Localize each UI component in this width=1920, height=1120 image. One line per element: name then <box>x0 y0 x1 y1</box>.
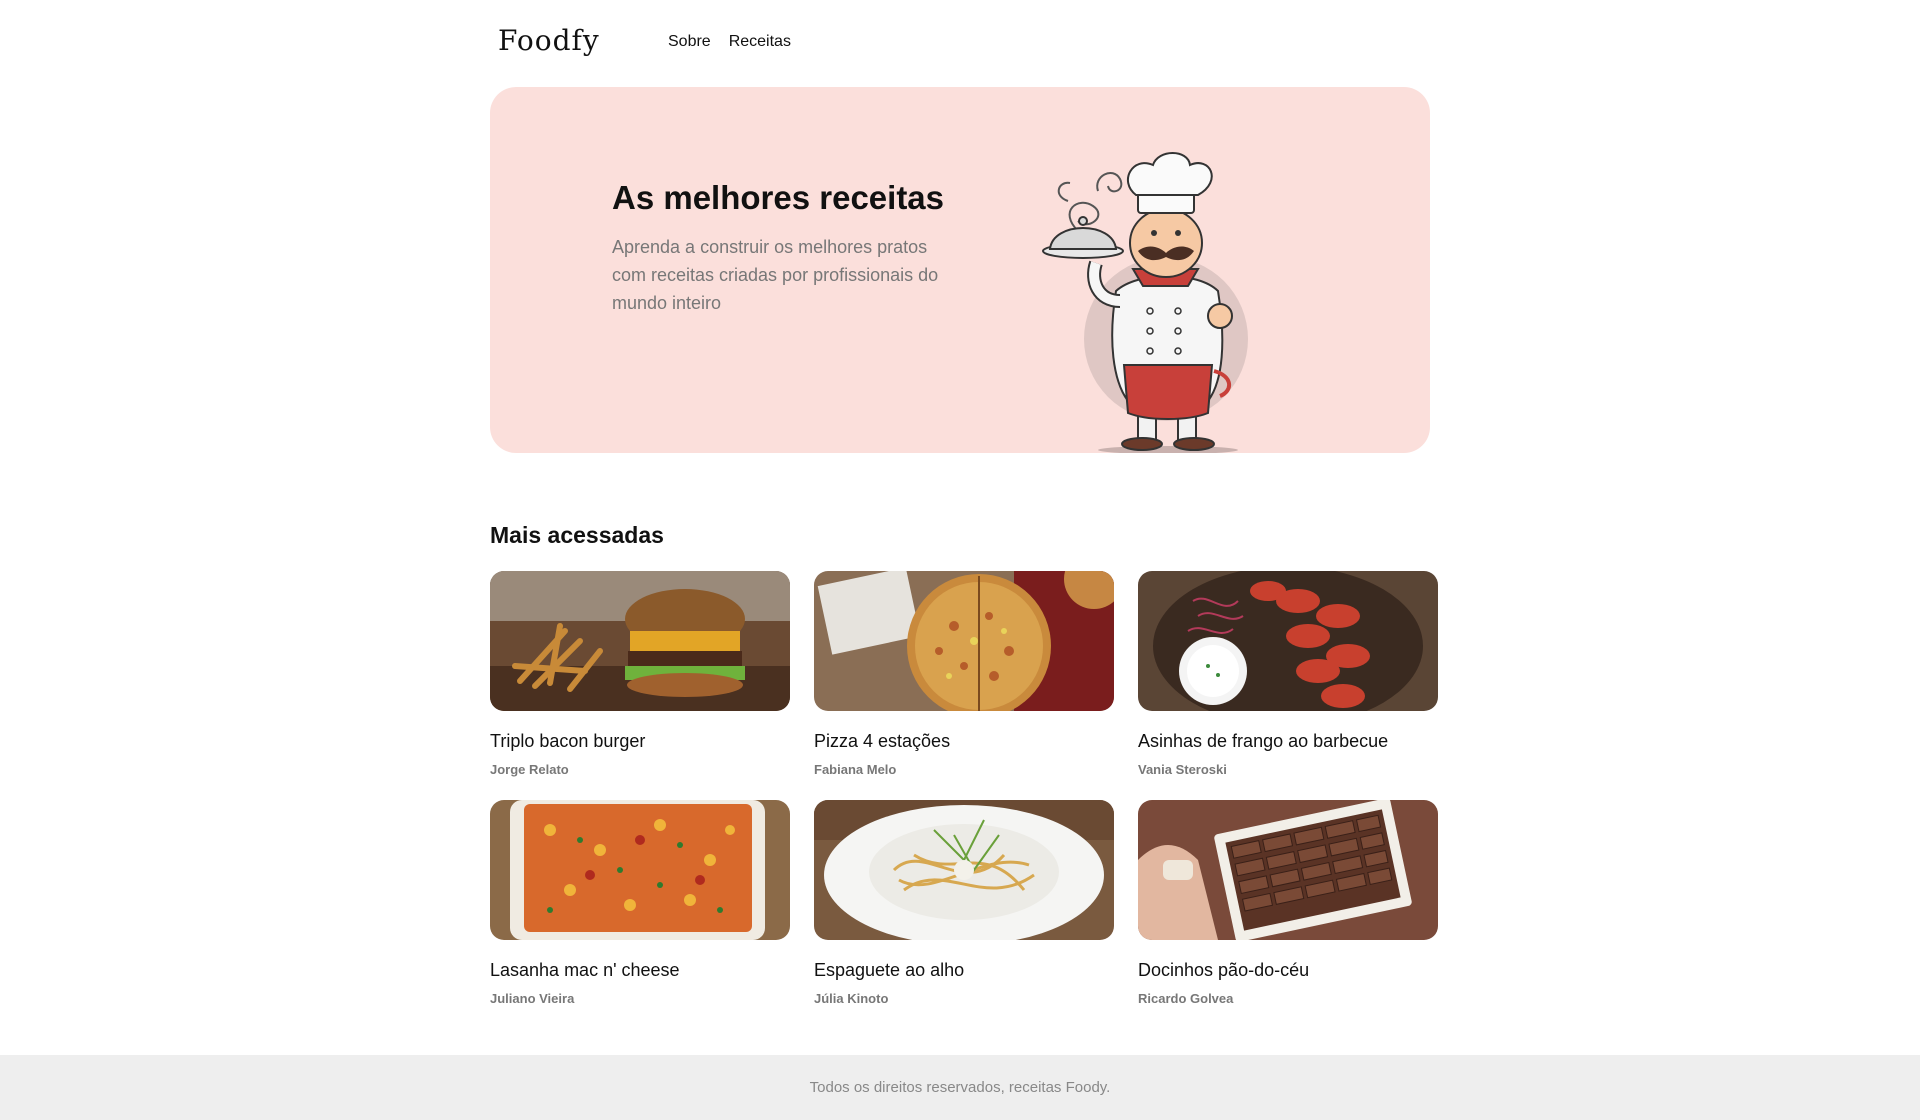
recipe-author: Fabiana Melo <box>814 762 897 777</box>
chef-illustration <box>1042 152 1248 453</box>
recipe-card[interactable]: Pizza 4 estações Fabiana Melo <box>814 571 1114 778</box>
hero-description: Aprenda a construir os melhores pratos c… <box>612 237 939 313</box>
recipe-author: Ricardo Golvea <box>1138 991 1234 1006</box>
nav-link-receitas[interactable]: Receitas <box>729 33 791 51</box>
recipe-author: Júlia Kinoto <box>814 991 889 1006</box>
recipe-author: Jorge Relato <box>490 762 569 777</box>
main-nav: Sobre Receitas <box>668 33 791 51</box>
recipe-card[interactable]: Asinhas de frango ao barbecue Vania Ster… <box>1138 571 1438 778</box>
footer-text: Todos os direitos reservados, receitas F… <box>809 1079 1111 1096</box>
recipe-card[interactable]: Docinhos pão-do-céu Ricardo Golvea <box>1138 800 1438 1007</box>
recipe-grid: Triplo bacon burger Jorge Relato Pizza 4… <box>490 571 1440 1007</box>
recipe-image-sweets[interactable] <box>1138 800 1438 940</box>
recipe-image-pizza[interactable] <box>814 571 1114 711</box>
site-header: Foodfy Sobre Receitas <box>0 0 1920 86</box>
recipe-card[interactable]: Triplo bacon burger Jorge Relato <box>490 571 790 778</box>
recipe-image-burger[interactable] <box>490 571 790 711</box>
hero-title: As melhores receitas <box>612 179 945 216</box>
section-title: Mais acessadas <box>490 522 664 548</box>
recipe-title[interactable]: Asinhas de frango ao barbecue <box>1138 731 1438 752</box>
recipe-author: Juliano Vieira <box>490 991 575 1006</box>
recipe-title[interactable]: Lasanha mac n' cheese <box>490 960 790 981</box>
nav-link-sobre[interactable]: Sobre <box>668 33 711 51</box>
recipe-title[interactable]: Triplo bacon burger <box>490 731 790 752</box>
recipe-card[interactable]: Espaguete ao alho Júlia Kinoto <box>814 800 1114 1007</box>
recipe-title[interactable]: Pizza 4 estações <box>814 731 1114 752</box>
recipe-image-lasagna[interactable] <box>490 800 790 940</box>
recipe-author: Vania Steroski <box>1138 762 1227 777</box>
site-footer: Todos os direitos reservados, receitas F… <box>0 1055 1920 1120</box>
recipe-title[interactable]: Espaguete ao alho <box>814 960 1114 981</box>
recipe-title[interactable]: Docinhos pão-do-céu <box>1138 960 1438 981</box>
recipe-image-chicken-wings[interactable] <box>1138 571 1438 711</box>
recipe-card[interactable]: Lasanha mac n' cheese Juliano Vieira <box>490 800 790 1007</box>
site-logo[interactable]: Foodfy <box>498 24 600 57</box>
recipe-image-spaghetti[interactable] <box>814 800 1114 940</box>
hero-banner: As melhores receitas Aprenda a construir… <box>490 87 1430 453</box>
